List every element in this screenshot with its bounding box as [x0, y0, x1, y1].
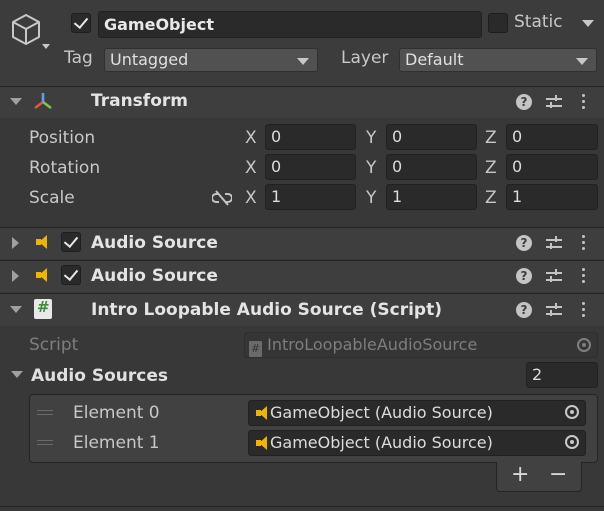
preset-sliders-icon[interactable]: [546, 269, 562, 283]
preset-sliders-icon[interactable]: [546, 95, 562, 109]
audio-sources-label[interactable]: Audio Sources: [31, 366, 168, 386]
chevron-down-icon: [576, 58, 588, 65]
scale-y-field[interactable]: 1: [386, 184, 477, 210]
scale-x-axis[interactable]: X: [245, 188, 257, 208]
kebab-menu-icon[interactable]: [582, 302, 586, 318]
bottom-divider: [0, 506, 604, 507]
element-1-label: Element 1: [73, 433, 160, 453]
scale-label: Scale: [29, 188, 75, 208]
tag-label: Tag: [64, 48, 93, 68]
layer-dropdown[interactable]: Default: [399, 48, 597, 72]
preset-sliders-icon[interactable]: [546, 236, 562, 250]
static-checkbox[interactable]: [488, 13, 508, 33]
rotation-z-field[interactable]: 0: [506, 154, 598, 180]
position-z-field[interactable]: 0: [506, 124, 598, 150]
speaker-icon: [256, 436, 270, 450]
script-target-icon: [577, 338, 591, 352]
element-0-label: Element 0: [73, 403, 160, 423]
gameobject-cube-icon[interactable]: [10, 12, 50, 52]
position-y-axis[interactable]: Y: [366, 128, 376, 148]
constrain-proportions-icon[interactable]: [212, 190, 232, 206]
help-icon[interactable]: ?: [516, 268, 532, 284]
audio-source-1-foldout-icon[interactable]: [12, 237, 19, 249]
position-label: Position: [29, 128, 96, 148]
script-hash-icon: #: [249, 341, 262, 357]
layer-value: Default: [405, 50, 464, 69]
rotation-z-axis[interactable]: Z: [485, 158, 497, 178]
rotation-y-axis[interactable]: Y: [366, 158, 376, 178]
kebab-menu-icon[interactable]: [582, 268, 586, 284]
tag-value: Untagged: [110, 50, 189, 69]
preset-sliders-icon[interactable]: [546, 303, 562, 317]
script-component-title: Intro Loopable Audio Source (Script): [91, 300, 442, 320]
position-y-field[interactable]: 0: [386, 124, 477, 150]
transform-foldout-icon[interactable]: [10, 98, 22, 105]
gameobject-name-field[interactable]: GameObject: [98, 11, 482, 38]
position-x-axis[interactable]: X: [245, 128, 257, 148]
script-field: # IntroLoopableAudioSource: [244, 332, 598, 358]
speaker-icon: [36, 268, 50, 282]
object-picker-icon[interactable]: [565, 435, 579, 449]
position-x-field[interactable]: 0: [265, 124, 356, 150]
kebab-menu-icon[interactable]: [582, 94, 586, 110]
add-element-button[interactable]: +: [511, 462, 529, 487]
help-icon[interactable]: ?: [516, 94, 532, 110]
rotation-label: Rotation: [29, 158, 101, 178]
position-z-axis[interactable]: Z: [485, 128, 497, 148]
audio-source-2-enabled-checkbox[interactable]: [61, 265, 81, 285]
list-footer: [496, 462, 582, 492]
object-picker-icon[interactable]: [565, 405, 579, 419]
script-file-icon: #: [34, 298, 52, 319]
chevron-down-icon: [297, 58, 309, 65]
audio-source-2-foldout-icon[interactable]: [12, 270, 19, 282]
drag-handle-icon[interactable]: [37, 440, 53, 445]
hash-icon: #: [37, 298, 50, 316]
script-value: IntroLoopableAudioSource: [267, 335, 478, 354]
script-component-foldout-icon[interactable]: [10, 306, 22, 313]
speaker-icon: [36, 235, 50, 249]
scale-z-field[interactable]: 1: [506, 184, 598, 210]
speaker-icon: [256, 406, 270, 420]
audio-sources-size-field[interactable]: 2: [526, 362, 598, 388]
rotation-y-field[interactable]: 0: [386, 154, 477, 180]
element-0-value: GameObject (Audio Source): [270, 403, 493, 422]
help-icon[interactable]: ?: [516, 302, 532, 318]
element-0-field[interactable]: GameObject (Audio Source): [248, 400, 586, 426]
static-dropdown-arrow[interactable]: [582, 20, 594, 27]
layer-label: Layer: [341, 48, 389, 68]
audio-source-1-title: Audio Source: [91, 233, 218, 253]
transform-axes-icon: [34, 93, 52, 109]
scale-x-field[interactable]: 1: [265, 184, 356, 210]
static-label: Static: [514, 12, 563, 32]
rotation-x-field[interactable]: 0: [265, 154, 356, 180]
audio-source-2-title: Audio Source: [91, 266, 218, 286]
remove-element-button[interactable]: −: [549, 462, 567, 487]
tag-dropdown[interactable]: Untagged: [104, 48, 318, 72]
active-checkbox[interactable]: [71, 13, 91, 33]
rotation-x-axis[interactable]: X: [245, 158, 257, 178]
audio-sources-foldout-icon[interactable]: [11, 371, 23, 378]
drag-handle-icon[interactable]: [37, 410, 53, 415]
element-1-value: GameObject (Audio Source): [270, 433, 493, 452]
transform-title: Transform: [91, 91, 188, 111]
scale-z-axis[interactable]: Z: [485, 188, 497, 208]
script-label: Script: [29, 335, 79, 355]
help-icon[interactable]: ?: [516, 235, 532, 251]
kebab-menu-icon[interactable]: [582, 235, 586, 251]
element-1-field[interactable]: GameObject (Audio Source): [248, 430, 586, 456]
audio-source-1-enabled-checkbox[interactable]: [61, 232, 81, 252]
scale-y-axis[interactable]: Y: [366, 188, 376, 208]
